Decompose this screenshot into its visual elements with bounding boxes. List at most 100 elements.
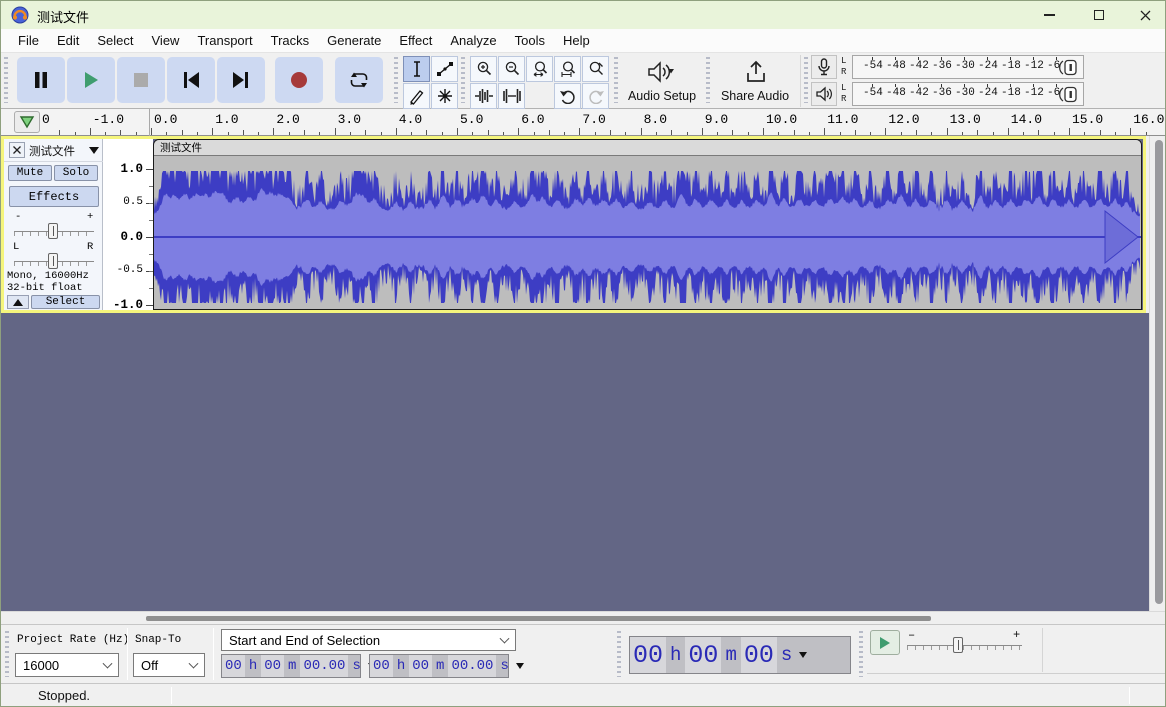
multi-tool-button[interactable] bbox=[431, 83, 458, 109]
chevron-down-icon[interactable] bbox=[799, 652, 807, 658]
ruler-label: 5.0 bbox=[460, 112, 483, 127]
chevron-down-icon[interactable] bbox=[516, 663, 524, 669]
meter-scale-tick bbox=[1033, 57, 1034, 60]
selection-tool-icon bbox=[410, 60, 424, 78]
menu-effect[interactable]: Effect bbox=[390, 33, 441, 48]
selection-mode-combo[interactable]: Start and End of Selection bbox=[221, 629, 516, 651]
project-rate-combo[interactable]: 16000 bbox=[15, 653, 119, 677]
minutes-value[interactable]: 00 bbox=[261, 655, 284, 677]
selection-tool-button[interactable] bbox=[403, 56, 430, 82]
horizontal-scrollbar[interactable] bbox=[1, 611, 1166, 624]
menu-generate[interactable]: Generate bbox=[318, 33, 390, 48]
timeline-ruler[interactable]: 0-1.00.01.02.03.04.05.06.07.08.09.010.01… bbox=[1, 109, 1166, 136]
timeline-pin-button[interactable] bbox=[14, 111, 40, 133]
audio-setup-button[interactable]: Audio Setup bbox=[621, 55, 703, 107]
menu-transport[interactable]: Transport bbox=[188, 33, 261, 48]
record-meter-mic-button[interactable] bbox=[811, 55, 837, 79]
zoom-out-button[interactable] bbox=[498, 56, 525, 82]
skip-to-end-button[interactable] bbox=[217, 57, 265, 103]
track-name[interactable]: 测试文件 bbox=[29, 143, 75, 159]
skip-to-start-button[interactable] bbox=[167, 57, 215, 103]
horizontal-scrollbar-thumb[interactable] bbox=[146, 616, 931, 621]
hours-value[interactable]: 00 bbox=[222, 655, 245, 677]
gain-slider-thumb[interactable] bbox=[48, 223, 58, 239]
hours-value[interactable]: 00 bbox=[630, 637, 666, 673]
play-meter-right-label: R bbox=[841, 94, 846, 104]
minutes-value[interactable]: 00 bbox=[409, 655, 432, 677]
play-at-speed-button[interactable] bbox=[870, 630, 900, 655]
play-at-speed-toolbar-grip[interactable] bbox=[859, 631, 863, 677]
time-toolbar-grip[interactable] bbox=[617, 631, 621, 677]
speed-slider-thumb[interactable] bbox=[953, 637, 963, 653]
ruler-label: 6.0 bbox=[521, 112, 544, 127]
fit-project-button[interactable] bbox=[554, 56, 581, 82]
solo-button[interactable]: Solo bbox=[54, 165, 98, 181]
selection-start-time[interactable]: 00 h 00 m 00.00 s bbox=[221, 654, 361, 678]
amplitude-scale-label: -1.0 bbox=[113, 298, 143, 312]
trim-outside-selection-button[interactable] bbox=[470, 83, 497, 109]
hours-value[interactable]: 00 bbox=[370, 655, 393, 677]
redo-button[interactable] bbox=[582, 83, 609, 109]
vertical-scale-ruler[interactable]: 1.00.50.0-0.5-1.0 bbox=[103, 139, 153, 310]
meter-toolbar-grip[interactable] bbox=[804, 57, 808, 103]
audio-clip[interactable]: 测试文件 bbox=[153, 139, 1142, 310]
pause-button[interactable] bbox=[17, 57, 65, 103]
maximize-button[interactable] bbox=[1077, 1, 1121, 29]
draw-tool-button[interactable] bbox=[403, 83, 430, 109]
transport-toolbar-grip[interactable] bbox=[4, 57, 8, 103]
meter-scale-tick bbox=[895, 57, 896, 60]
record-button[interactable] bbox=[275, 57, 323, 103]
seconds-value[interactable]: 00.00 bbox=[300, 655, 348, 677]
menu-edit[interactable]: Edit bbox=[48, 33, 88, 48]
play-meter-speaker-button[interactable] bbox=[811, 82, 837, 106]
playback-meter[interactable]: -54-48-42-36-30-24-18-12-6 bbox=[852, 82, 1084, 106]
zoom-in-button[interactable] bbox=[470, 56, 497, 82]
minimize-button[interactable] bbox=[1027, 1, 1071, 29]
snap-to-combo[interactable]: Off bbox=[133, 653, 205, 677]
seconds-value[interactable]: 00 bbox=[741, 637, 777, 673]
menu-file[interactable]: File bbox=[9, 33, 48, 48]
edit-toolbar-grip[interactable] bbox=[461, 57, 465, 103]
selection-end-time[interactable]: 00 h 00 m 00.00 s bbox=[369, 654, 509, 678]
track-select-button[interactable]: Select bbox=[31, 295, 100, 309]
play-button[interactable] bbox=[67, 57, 115, 103]
silence-selection-button[interactable] bbox=[498, 83, 525, 109]
loop-button[interactable] bbox=[335, 57, 383, 103]
track-collapse-button[interactable] bbox=[7, 295, 29, 309]
share-audio-toolbar-grip[interactable] bbox=[706, 57, 710, 103]
zoom-toggle-button[interactable] bbox=[582, 56, 609, 82]
clip-title-bar[interactable]: 测试文件 bbox=[154, 140, 1141, 156]
vertical-scrollbar[interactable] bbox=[1149, 136, 1166, 611]
menu-tools[interactable]: Tools bbox=[506, 33, 554, 48]
minutes-value[interactable]: 00 bbox=[685, 637, 721, 673]
seconds-value[interactable]: 00.00 bbox=[448, 655, 496, 677]
undo-button[interactable] bbox=[554, 83, 581, 109]
vertical-scrollbar-thumb[interactable] bbox=[1155, 140, 1163, 604]
meter-scale-tick bbox=[895, 84, 896, 87]
track-close-button[interactable] bbox=[9, 142, 25, 158]
waveform[interactable] bbox=[154, 156, 1141, 309]
close-button[interactable] bbox=[1123, 1, 1166, 29]
stop-button[interactable] bbox=[117, 57, 165, 103]
title-bar[interactable]: 测试文件 bbox=[1, 1, 1166, 29]
menu-tracks[interactable]: Tracks bbox=[262, 33, 319, 48]
recording-meter[interactable]: -54-48-42-36-30-24-18-12-6 bbox=[852, 55, 1084, 79]
fit-selection-button[interactable] bbox=[526, 56, 553, 82]
close-icon bbox=[1140, 10, 1151, 21]
menu-help[interactable]: Help bbox=[554, 33, 599, 48]
menu-select[interactable]: Select bbox=[88, 33, 142, 48]
effects-button[interactable]: Effects bbox=[9, 186, 99, 207]
audio-position-time[interactable]: 00 h 00 m 00 s bbox=[629, 636, 851, 674]
meter-scale-label: -54 bbox=[863, 60, 883, 72]
envelope-tool-button[interactable] bbox=[431, 56, 458, 82]
selection-toolbar-grip[interactable] bbox=[5, 631, 9, 677]
tools-toolbar-grip[interactable] bbox=[394, 57, 398, 103]
ruler-tick bbox=[1008, 128, 1009, 135]
menu-view[interactable]: View bbox=[143, 33, 189, 48]
audio-setup-toolbar-grip[interactable] bbox=[614, 57, 618, 103]
pan-slider-thumb[interactable] bbox=[48, 253, 58, 269]
share-audio-button[interactable]: Share Audio bbox=[713, 55, 797, 107]
mute-button[interactable]: Mute bbox=[8, 165, 52, 181]
menu-analyze[interactable]: Analyze bbox=[441, 33, 505, 48]
track-menu-dropdown-icon[interactable] bbox=[89, 147, 99, 154]
